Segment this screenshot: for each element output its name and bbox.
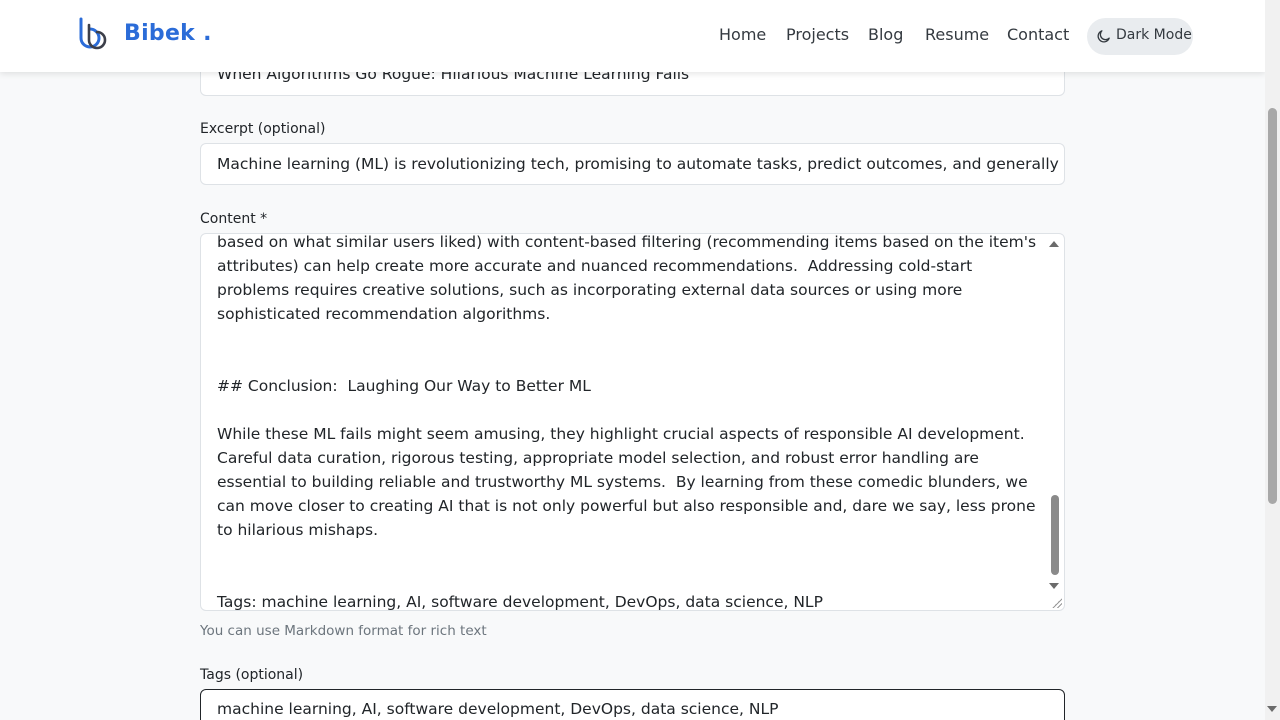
content-label: Content * <box>200 211 268 227</box>
content-textarea[interactable]: based on what similar users liked) with … <box>200 233 1065 611</box>
excerpt-label: Excerpt (optional) <box>200 121 326 137</box>
logo-icon[interactable] <box>76 16 112 52</box>
nav-home[interactable]: Home <box>719 25 766 44</box>
scroll-up-arrow-icon[interactable] <box>1049 241 1059 247</box>
moon-icon <box>1097 30 1110 43</box>
content-help-text: You can use Markdown format for rich tex… <box>200 623 487 639</box>
page-scrollbar[interactable] <box>1265 0 1280 720</box>
nav-blog[interactable]: Blog <box>868 25 903 44</box>
tags-label: Tags (optional) <box>200 667 304 683</box>
scroll-down-arrow-icon[interactable] <box>1049 583 1059 589</box>
page-scroll-down-icon[interactable] <box>1267 706 1277 712</box>
navbar: Bibek . Home Projects Blog Resume Contac… <box>0 0 1265 72</box>
content-textarea-value: based on what similar users liked) with … <box>217 233 1037 611</box>
dark-mode-toggle[interactable]: Dark Mode <box>1087 18 1193 55</box>
excerpt-input[interactable]: Machine learning (ML) is revolutionizing… <box>200 143 1065 185</box>
tags-input[interactable]: machine learning, AI, software developme… <box>200 689 1065 720</box>
textarea-scroll-thumb[interactable] <box>1051 495 1059 575</box>
dark-mode-label: Dark Mode <box>1116 27 1192 43</box>
page-scroll-thumb[interactable] <box>1268 108 1277 504</box>
tags-input-value: machine learning, AI, software developme… <box>217 700 779 718</box>
excerpt-input-value: Machine learning (ML) is revolutionizing… <box>217 155 1064 173</box>
nav-contact[interactable]: Contact <box>1007 25 1069 44</box>
textarea-scrollbar[interactable] <box>1048 235 1063 595</box>
nav-resume[interactable]: Resume <box>925 25 989 44</box>
nav-projects[interactable]: Projects <box>786 25 849 44</box>
brand-name[interactable]: Bibek . <box>124 21 212 46</box>
resize-handle-icon[interactable] <box>1052 598 1062 608</box>
